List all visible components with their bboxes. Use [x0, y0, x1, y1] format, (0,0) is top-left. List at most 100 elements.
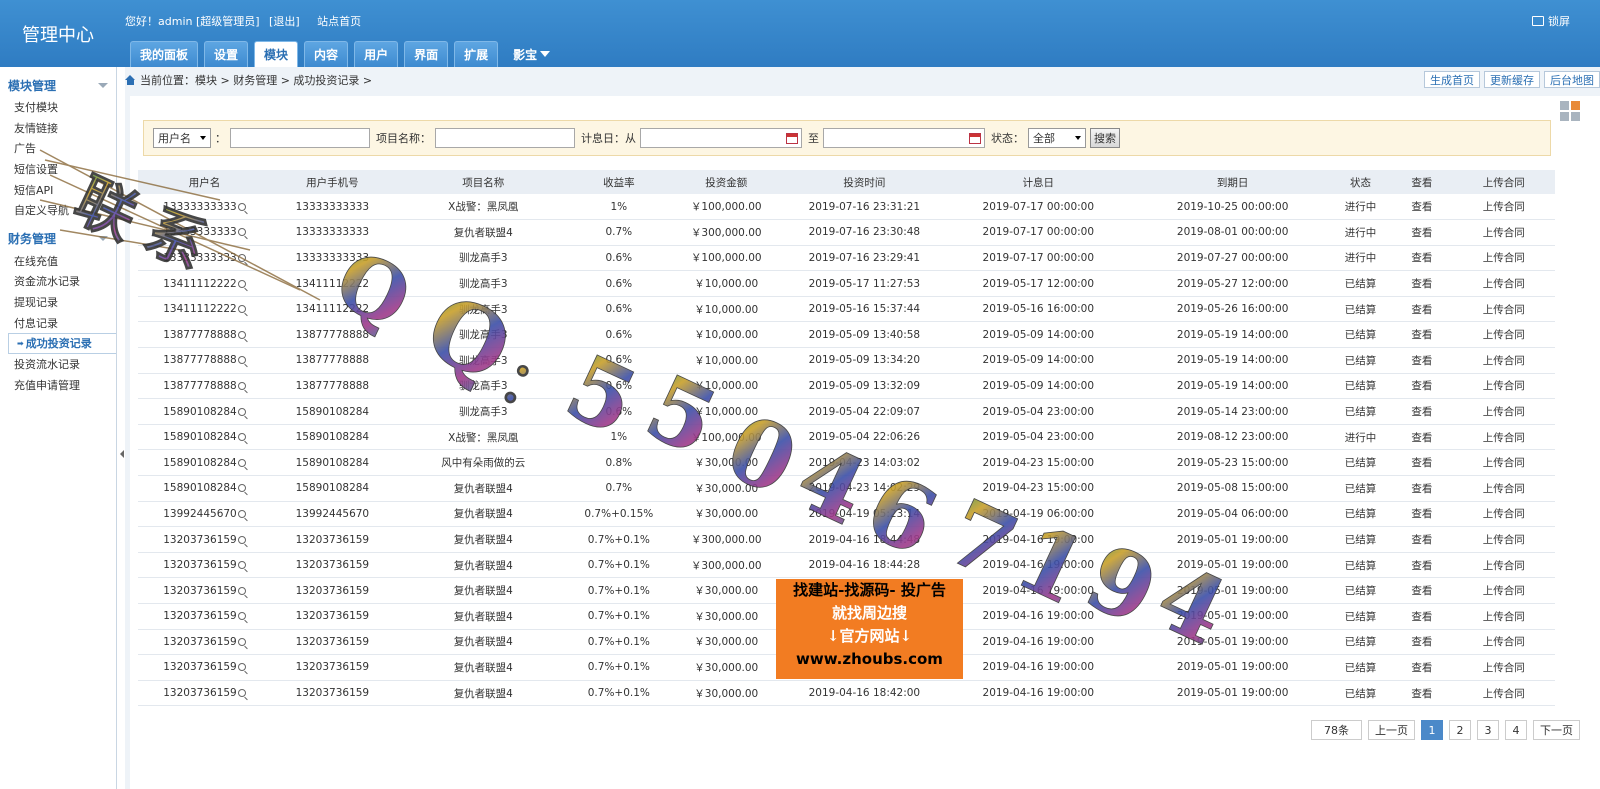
- advertisement-banner[interactable]: 找建站-找源码- 投广告 就找周边搜 ↓官方网站↓ www.zhoubs.com: [776, 579, 963, 679]
- table-cell[interactable]: 查看: [1391, 654, 1453, 681]
- nav-tab[interactable]: 影宝: [504, 41, 559, 67]
- table-cell[interactable]: 15890108284: [138, 449, 271, 477]
- magnifier-icon[interactable]: [237, 509, 246, 518]
- table-cell[interactable]: 上传合同: [1452, 475, 1555, 502]
- table-cell[interactable]: 查看: [1391, 245, 1453, 272]
- table-cell[interactable]: 上传合同: [1452, 296, 1555, 323]
- table-cell[interactable]: 15890108284: [138, 398, 271, 425]
- magnifier-icon[interactable]: [237, 253, 246, 262]
- table-cell[interactable]: 13411112222: [138, 296, 271, 323]
- sidebar-item[interactable]: 投资流水记录: [0, 354, 116, 375]
- table-cell[interactable]: 上传合同: [1452, 194, 1555, 221]
- table-cell[interactable]: 上传合同: [1452, 552, 1555, 579]
- sidebar-item[interactable]: 资金流水记录: [0, 271, 116, 292]
- table-cell[interactable]: 15890108284: [138, 424, 271, 451]
- table-cell[interactable]: 查看: [1391, 347, 1453, 374]
- collapse-sidebar-icon[interactable]: [120, 450, 124, 458]
- table-cell[interactable]: 上传合同: [1452, 654, 1555, 681]
- table-cell[interactable]: 查看: [1391, 219, 1453, 246]
- table-cell[interactable]: 查看: [1391, 373, 1453, 400]
- nav-tab[interactable]: 内容: [304, 41, 349, 67]
- magnifier-icon[interactable]: [237, 279, 246, 288]
- magnifier-icon[interactable]: [237, 305, 246, 314]
- top-action-button[interactable]: 后台地图: [1544, 71, 1600, 88]
- page-button[interactable]: 2: [1449, 720, 1471, 740]
- magnifier-icon[interactable]: [237, 356, 246, 365]
- table-cell[interactable]: 查看: [1391, 398, 1453, 425]
- magnifier-icon[interactable]: [237, 202, 246, 211]
- top-action-button[interactable]: 生成首页: [1424, 71, 1480, 88]
- table-cell[interactable]: 13203736159: [138, 526, 271, 553]
- table-cell[interactable]: 13203736159: [138, 654, 271, 681]
- nav-tab[interactable]: 设置: [204, 41, 249, 67]
- table-cell[interactable]: 上传合同: [1452, 501, 1555, 528]
- sidebar-item[interactable]: 广告: [0, 138, 116, 159]
- table-cell[interactable]: 查看: [1391, 424, 1453, 451]
- table-cell[interactable]: 13877778888: [138, 321, 271, 349]
- lock-screen-button[interactable]: 锁屏: [1532, 13, 1570, 29]
- interest-date-from-input[interactable]: [640, 128, 802, 148]
- magnifier-icon[interactable]: [237, 586, 246, 595]
- sidebar-item[interactable]: 自定义导航: [0, 200, 116, 221]
- table-cell[interactable]: 查看: [1391, 194, 1453, 221]
- sidebar-item[interactable]: ➡ 成功投资记录: [8, 332, 116, 354]
- table-cell[interactable]: 上传合同: [1452, 321, 1555, 349]
- sidebar-item[interactable]: 在线充值: [0, 251, 116, 272]
- logout-link[interactable]: [退出]: [269, 15, 300, 28]
- table-cell[interactable]: 13877778888: [138, 347, 271, 374]
- sidebar-item[interactable]: 充值申请管理: [0, 375, 116, 396]
- page-button[interactable]: 4: [1505, 720, 1527, 740]
- nav-tab[interactable]: 模块: [254, 41, 299, 67]
- status-select[interactable]: 全部: [1028, 128, 1086, 148]
- magnifier-icon[interactable]: [237, 535, 246, 544]
- magnifier-icon[interactable]: [237, 612, 246, 621]
- username-input[interactable]: [230, 128, 370, 148]
- sidebar-item[interactable]: 提现记录: [0, 292, 116, 313]
- table-cell[interactable]: 查看: [1391, 501, 1453, 528]
- sidebar-item[interactable]: 友情链接: [0, 118, 116, 139]
- table-cell[interactable]: 查看: [1391, 552, 1453, 579]
- calendar-icon[interactable]: [969, 132, 981, 144]
- magnifier-icon[interactable]: [237, 330, 246, 339]
- top-action-button[interactable]: 更新缓存: [1484, 71, 1540, 88]
- table-cell[interactable]: 上传合同: [1452, 603, 1555, 630]
- sidebar-group-header[interactable]: 财务管理: [0, 227, 116, 251]
- magnifier-icon[interactable]: [237, 484, 246, 493]
- prev-page-button[interactable]: 上一页: [1368, 720, 1415, 740]
- table-cell[interactable]: 上传合同: [1452, 270, 1555, 297]
- table-cell[interactable]: 上传合同: [1452, 398, 1555, 425]
- magnifier-icon[interactable]: [237, 561, 246, 570]
- magnifier-icon[interactable]: [237, 433, 246, 442]
- sidebar-item[interactable]: 支付模块: [0, 97, 116, 118]
- interest-date-to-input[interactable]: [823, 128, 985, 148]
- table-cell[interactable]: 13203736159: [138, 629, 271, 656]
- table-cell[interactable]: 上传合同: [1452, 347, 1555, 374]
- magnifier-icon[interactable]: [237, 228, 246, 237]
- magnifier-icon[interactable]: [237, 458, 246, 467]
- table-cell[interactable]: 上传合同: [1452, 629, 1555, 656]
- magnifier-icon[interactable]: [237, 381, 246, 390]
- table-cell[interactable]: 13992445670: [138, 501, 271, 528]
- magnifier-icon[interactable]: [237, 637, 246, 646]
- magnifier-icon[interactable]: [237, 689, 246, 698]
- user-field-select[interactable]: 用户名: [153, 128, 211, 148]
- table-cell[interactable]: 上传合同: [1452, 449, 1555, 477]
- table-cell[interactable]: 13203736159: [138, 603, 271, 630]
- nav-tab[interactable]: 用户: [354, 41, 399, 67]
- table-cell[interactable]: 查看: [1391, 449, 1453, 477]
- page-button[interactable]: 3: [1477, 720, 1499, 740]
- nav-tab[interactable]: 扩展: [454, 41, 499, 67]
- table-cell[interactable]: 13203736159: [138, 680, 271, 707]
- sidebar-item[interactable]: 付息记录: [0, 312, 116, 333]
- project-name-input[interactable]: [435, 128, 575, 148]
- table-cell[interactable]: 13877778888: [138, 373, 271, 400]
- table-cell[interactable]: 13333333333: [138, 194, 271, 221]
- table-cell[interactable]: 13411112222: [138, 270, 271, 297]
- table-cell[interactable]: 查看: [1391, 603, 1453, 630]
- table-cell[interactable]: 13333333333: [138, 245, 271, 272]
- table-cell[interactable]: 13203736159: [138, 577, 271, 604]
- table-cell[interactable]: 查看: [1391, 629, 1453, 656]
- table-cell[interactable]: 上传合同: [1452, 219, 1555, 246]
- table-cell[interactable]: 13333333333: [138, 219, 271, 246]
- table-cell[interactable]: 上传合同: [1452, 526, 1555, 553]
